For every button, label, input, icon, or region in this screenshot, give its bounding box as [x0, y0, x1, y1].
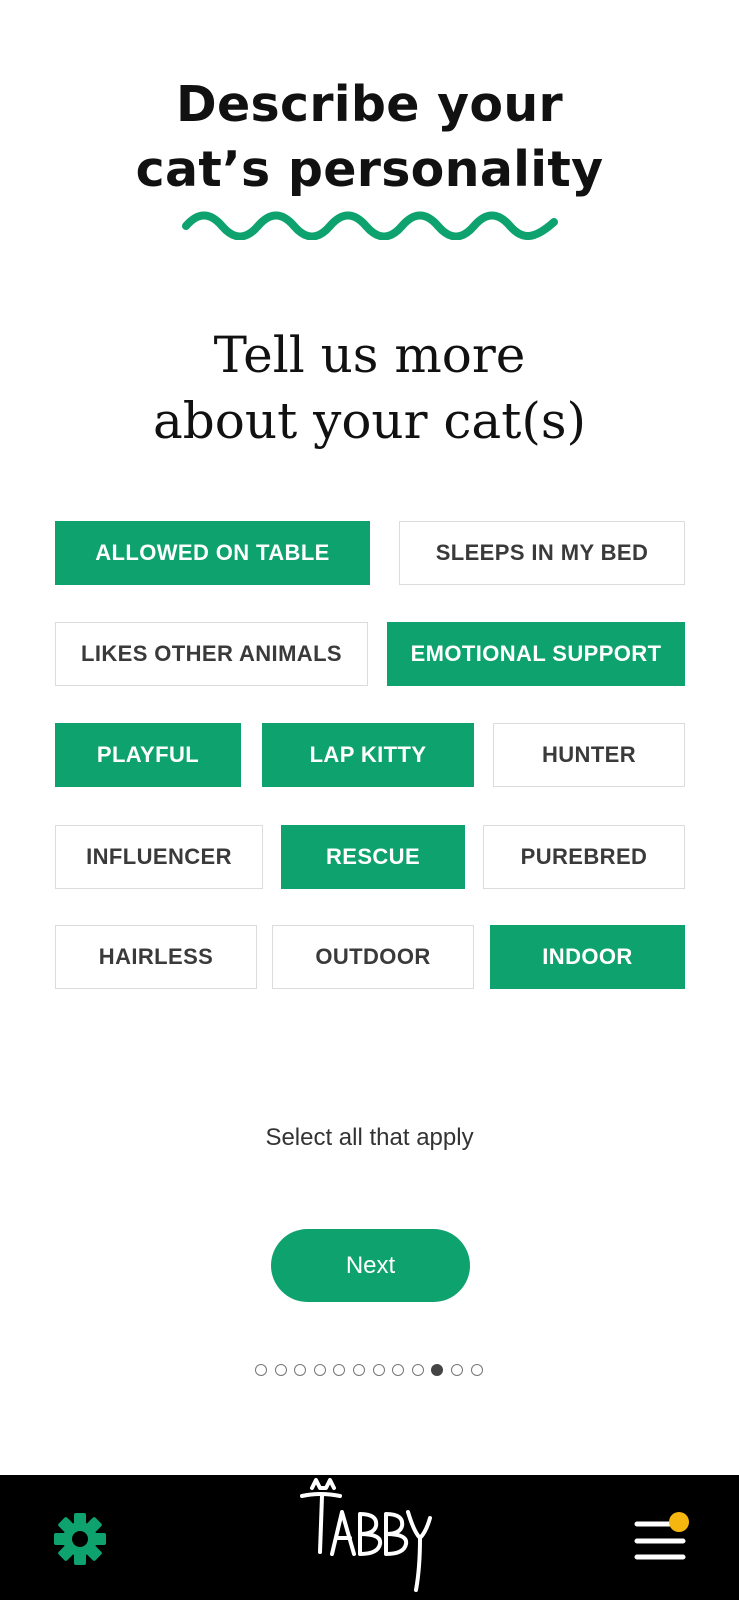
tag-playful[interactable]: PLAYFUL [55, 723, 241, 787]
tag-hunter[interactable]: HUNTER [493, 723, 685, 787]
page-title: Describe your cat’s personality [0, 72, 739, 202]
tag-outdoor[interactable]: OUTDOOR [272, 925, 474, 989]
pagination-dot [392, 1364, 405, 1376]
pagination-dot [431, 1364, 444, 1376]
tag-likes-other-animals[interactable]: LIKES OTHER ANIMALS [55, 622, 368, 686]
pagination-dot [451, 1364, 463, 1376]
pagination-dot [274, 1364, 287, 1376]
tag-influencer[interactable]: INFLUENCER [55, 825, 263, 889]
tag-purebred[interactable]: PUREBRED [483, 825, 685, 889]
pagination-dot [353, 1364, 365, 1376]
page-title-line-1: Describe your [176, 76, 563, 133]
pagination-dot [470, 1364, 483, 1376]
section-subtitle: Tell us more about your cat(s) [0, 322, 739, 454]
section-subtitle-line-2: about your cat(s) [152, 392, 587, 450]
hamburger-menu-icon[interactable] [632, 1510, 690, 1562]
tag-allowed-on-table[interactable]: ALLOWED ON TABLE [55, 521, 370, 585]
squiggle-divider [182, 211, 558, 240]
section-subtitle-line-1: Tell us more [213, 326, 526, 384]
pagination-dot [333, 1364, 346, 1376]
pagination-dot [372, 1364, 385, 1376]
tag-hairless[interactable]: HAIRLESS [55, 925, 257, 989]
tabby-logo [300, 1478, 432, 1592]
tag-sleeps-in-my-bed[interactable]: SLEEPS IN MY BED [399, 521, 685, 585]
tag-rescue[interactable]: RESCUE [281, 825, 465, 889]
tag-indoor[interactable]: INDOOR [490, 925, 685, 989]
tag-emotional-support[interactable]: EMOTIONAL SUPPORT [387, 622, 685, 686]
selection-hint: Select all that apply [265, 1124, 474, 1151]
pagination-dot [411, 1364, 424, 1376]
pagination-dot [255, 1364, 267, 1376]
next-button[interactable]: Next [271, 1229, 470, 1302]
pagination-dot [294, 1364, 307, 1376]
tag-lap-kitty[interactable]: LAP KITTY [262, 723, 474, 787]
page-title-line-2: cat’s personality [135, 141, 604, 198]
notification-badge [669, 1512, 689, 1532]
pagination-dot [313, 1364, 326, 1376]
gear-icon[interactable] [52, 1511, 108, 1567]
